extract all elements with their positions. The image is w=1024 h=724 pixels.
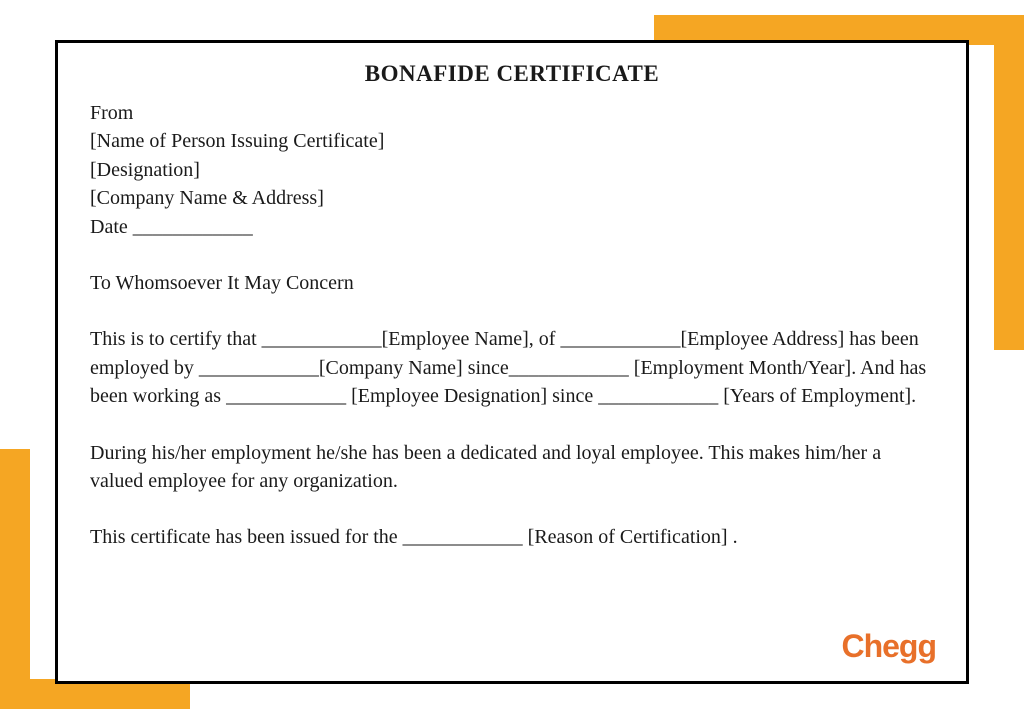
certificate-title: BONAFIDE CERTIFICATE (90, 61, 934, 87)
issuer-name: [Name of Person Issuing Certificate] (90, 127, 934, 155)
body-paragraph-2: During his/her employment he/she has bee… (90, 439, 934, 496)
body-paragraph-3: This certificate has been issued for the… (90, 523, 934, 551)
issuer-designation: [Designation] (90, 156, 934, 184)
certificate-frame: BONAFIDE CERTIFICATE From [Name of Perso… (55, 40, 969, 684)
date-line: Date ____________ (90, 213, 934, 241)
salutation: To Whomsoever It May Concern (90, 269, 934, 297)
body-paragraph-1: This is to certify that ____________[Emp… (90, 325, 934, 410)
from-block: From [Name of Person Issuing Certificate… (90, 99, 934, 241)
chegg-logo: Chegg (841, 628, 936, 665)
company-name-address: [Company Name & Address] (90, 184, 934, 212)
from-label: From (90, 99, 934, 127)
